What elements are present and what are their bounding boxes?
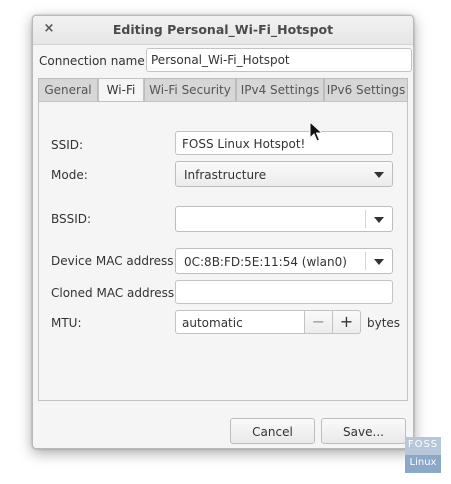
cloned-mac-label: Cloned MAC address: bbox=[51, 286, 179, 300]
dialog-window: × Editing Personal_Wi-Fi_Hotspot Connect… bbox=[32, 15, 414, 449]
mtu-label: MTU: bbox=[51, 316, 82, 330]
tab-ipv6-settings[interactable]: IPv6 Settings bbox=[324, 78, 408, 101]
cloned-mac-input[interactable] bbox=[175, 280, 393, 304]
ssid-input[interactable]: FOSS Linux Hotspot! bbox=[175, 131, 393, 155]
combo-divider bbox=[365, 210, 366, 228]
mtu-decrement-button[interactable]: − bbox=[304, 310, 333, 334]
connection-name-label: Connection name: bbox=[39, 54, 149, 68]
mode-select[interactable]: Infrastructure bbox=[175, 161, 393, 187]
mode-value: Infrastructure bbox=[184, 168, 267, 182]
watermark-top: FOSS bbox=[405, 437, 441, 455]
window-title: Editing Personal_Wi-Fi_Hotspot bbox=[112, 22, 334, 37]
foss-linux-watermark: FOSS Linux bbox=[405, 437, 441, 473]
device-mac-label: Device MAC address: bbox=[51, 254, 178, 268]
tab-general[interactable]: General bbox=[38, 78, 98, 101]
tab-wifi[interactable]: Wi-Fi bbox=[98, 78, 144, 103]
mtu-unit-label: bytes bbox=[367, 316, 401, 330]
watermark-bottom: Linux bbox=[405, 455, 441, 473]
cancel-button[interactable]: Cancel bbox=[230, 418, 315, 444]
bssid-label: BSSID: bbox=[51, 212, 92, 226]
tab-bar: General Wi-Fi Wi-Fi Security IPv4 Settin… bbox=[38, 78, 408, 103]
device-mac-value[interactable]: 0C:8B:FD:5E:11:54 (wlan0) bbox=[184, 255, 347, 269]
mouse-pointer-icon bbox=[309, 121, 323, 142]
mtu-increment-button[interactable]: + bbox=[332, 310, 361, 334]
ssid-label: SSID: bbox=[51, 138, 84, 152]
save-button[interactable]: Save... bbox=[321, 418, 406, 444]
mode-label: Mode: bbox=[51, 168, 88, 182]
device-mac-combo[interactable]: 0C:8B:FD:5E:11:54 (wlan0) bbox=[175, 248, 393, 274]
chevron-down-icon bbox=[374, 172, 384, 178]
combo-divider bbox=[365, 252, 366, 270]
title-bar: × Editing Personal_Wi-Fi_Hotspot bbox=[33, 16, 413, 45]
bssid-combo[interactable] bbox=[175, 206, 393, 232]
connection-name-input[interactable]: Personal_Wi-Fi_Hotspot bbox=[146, 48, 412, 72]
chevron-down-icon[interactable] bbox=[374, 217, 384, 223]
wifi-settings-panel: SSID: FOSS Linux Hotspot! Mode: Infrastr… bbox=[38, 101, 408, 401]
tab-wifi-security[interactable]: Wi-Fi Security bbox=[144, 78, 236, 101]
mtu-input[interactable]: automatic bbox=[175, 310, 305, 334]
tab-ipv4-settings[interactable]: IPv4 Settings bbox=[236, 78, 324, 101]
chevron-down-icon[interactable] bbox=[374, 259, 384, 265]
